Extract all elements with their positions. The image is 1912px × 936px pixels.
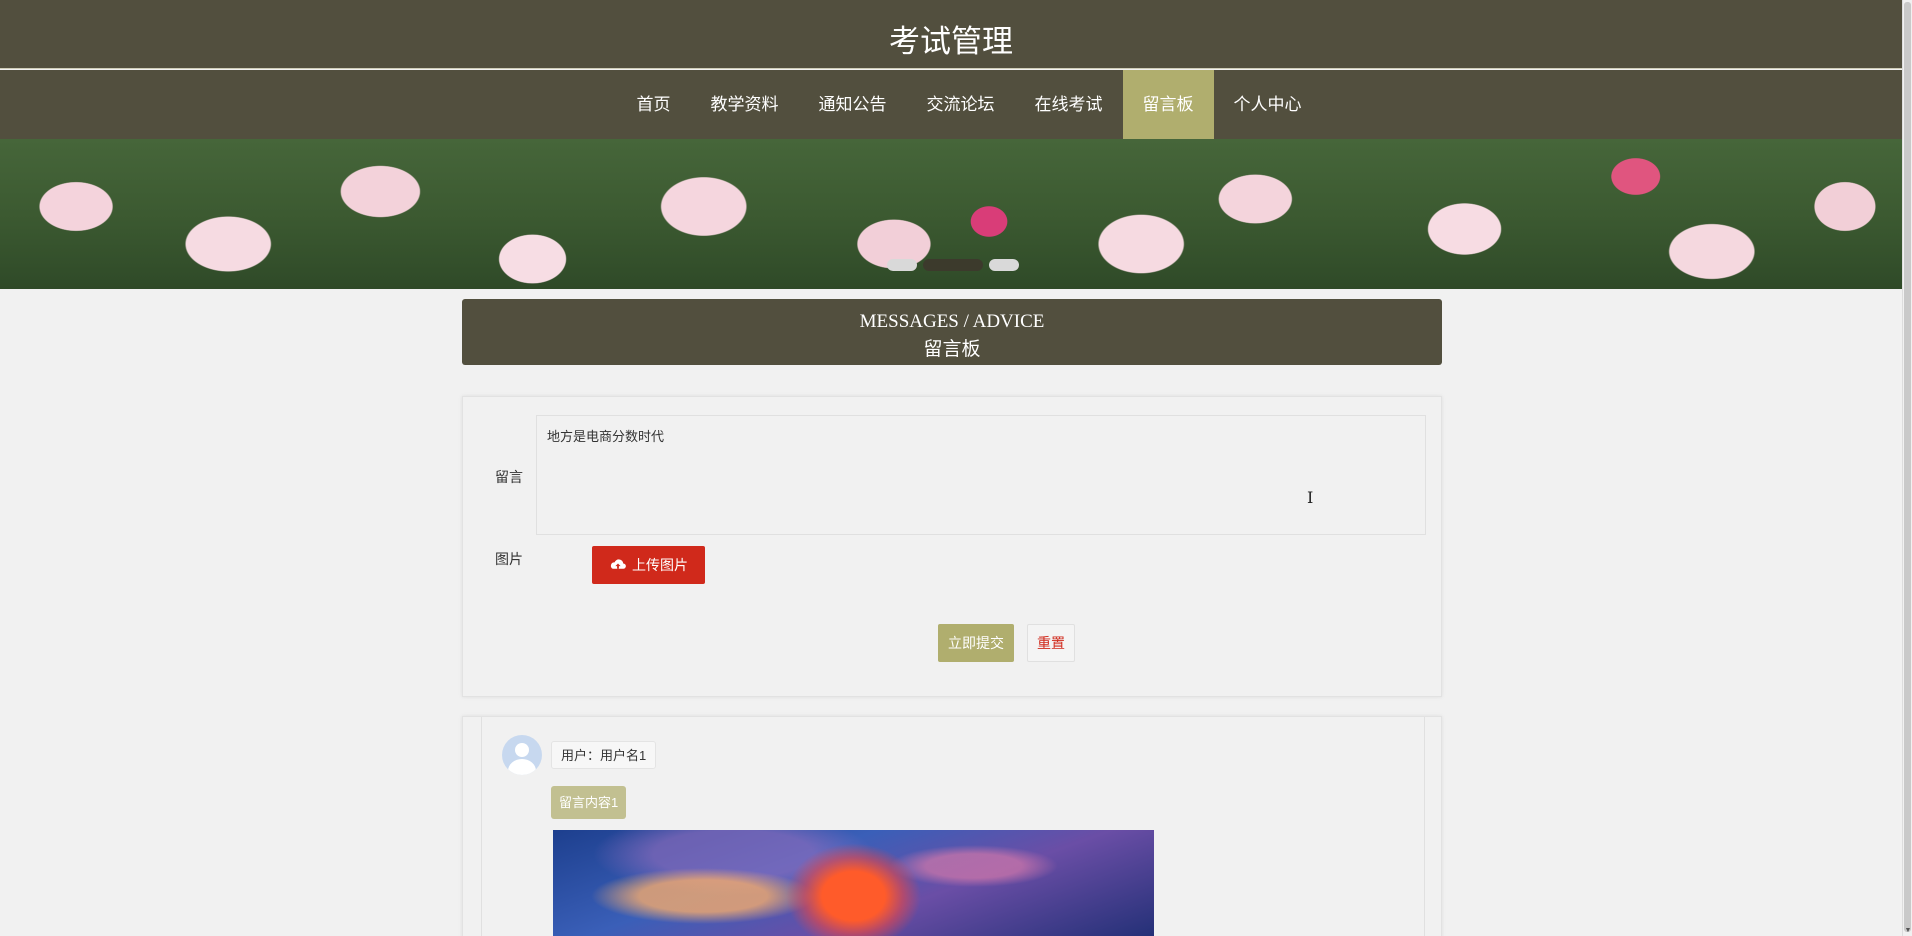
nav-item-messages[interactable]: 留言板 bbox=[1122, 70, 1214, 139]
message-label: 留言 bbox=[495, 469, 523, 485]
site-title: 考试管理 bbox=[889, 24, 1013, 59]
message-list: 用户：用户名1 留言内容1 bbox=[462, 716, 1442, 936]
banner-carousel bbox=[0, 139, 1902, 289]
message-user: 用户：用户名1 bbox=[551, 741, 657, 769]
nav-item-notices[interactable]: 通知公告 bbox=[799, 70, 907, 139]
section-heading: MESSAGES / ADVICE 留言板 bbox=[462, 299, 1442, 365]
page-scrollbar[interactable]: ▲ ▼ bbox=[1902, 0, 1912, 936]
section-title-cn: 留言板 bbox=[923, 339, 981, 360]
message-item: 用户：用户名1 留言内容1 bbox=[481, 717, 1425, 936]
upload-image-button[interactable]: 上传图片 bbox=[592, 546, 705, 584]
text-cursor-icon: I bbox=[1307, 488, 1314, 507]
message-form: 留言 地方是电商分数时代 I 图片 上传图片 立即提交 重置 bbox=[462, 396, 1442, 697]
carousel-dot-active[interactable] bbox=[923, 259, 983, 271]
upload-image-label: 上传图片 bbox=[632, 557, 688, 573]
section-title-en: MESSAGES / ADVICE bbox=[859, 311, 1045, 332]
submit-button[interactable]: 立即提交 bbox=[938, 624, 1014, 662]
nav-item-materials[interactable]: 教学资料 bbox=[691, 70, 799, 139]
scroll-thumb[interactable] bbox=[1904, 2, 1911, 932]
message-textarea[interactable]: 地方是电商分数时代 bbox=[536, 415, 1426, 535]
cloud-upload-icon bbox=[610, 559, 626, 569]
nav-item-profile[interactable]: 个人中心 bbox=[1214, 70, 1322, 139]
carousel-indicators bbox=[887, 259, 1019, 271]
nav-item-home[interactable]: 首页 bbox=[617, 70, 691, 139]
nav-item-exam[interactable]: 在线考试 bbox=[1015, 70, 1123, 139]
image-label: 图片 bbox=[495, 551, 523, 567]
carousel-dot[interactable] bbox=[887, 259, 917, 271]
reset-button[interactable]: 重置 bbox=[1027, 624, 1075, 662]
user-avatar-icon bbox=[502, 735, 542, 775]
nav-item-forum[interactable]: 交流论坛 bbox=[907, 70, 1015, 139]
scroll-down-icon[interactable]: ▼ bbox=[1904, 926, 1912, 936]
main-nav: 首页 教学资料 通知公告 交流论坛 在线考试 留言板 个人中心 bbox=[0, 70, 1902, 139]
site-header: 考试管理 bbox=[0, 0, 1902, 69]
message-content: 留言内容1 bbox=[551, 786, 627, 819]
message-image bbox=[553, 830, 1154, 936]
carousel-dot[interactable] bbox=[989, 259, 1019, 271]
